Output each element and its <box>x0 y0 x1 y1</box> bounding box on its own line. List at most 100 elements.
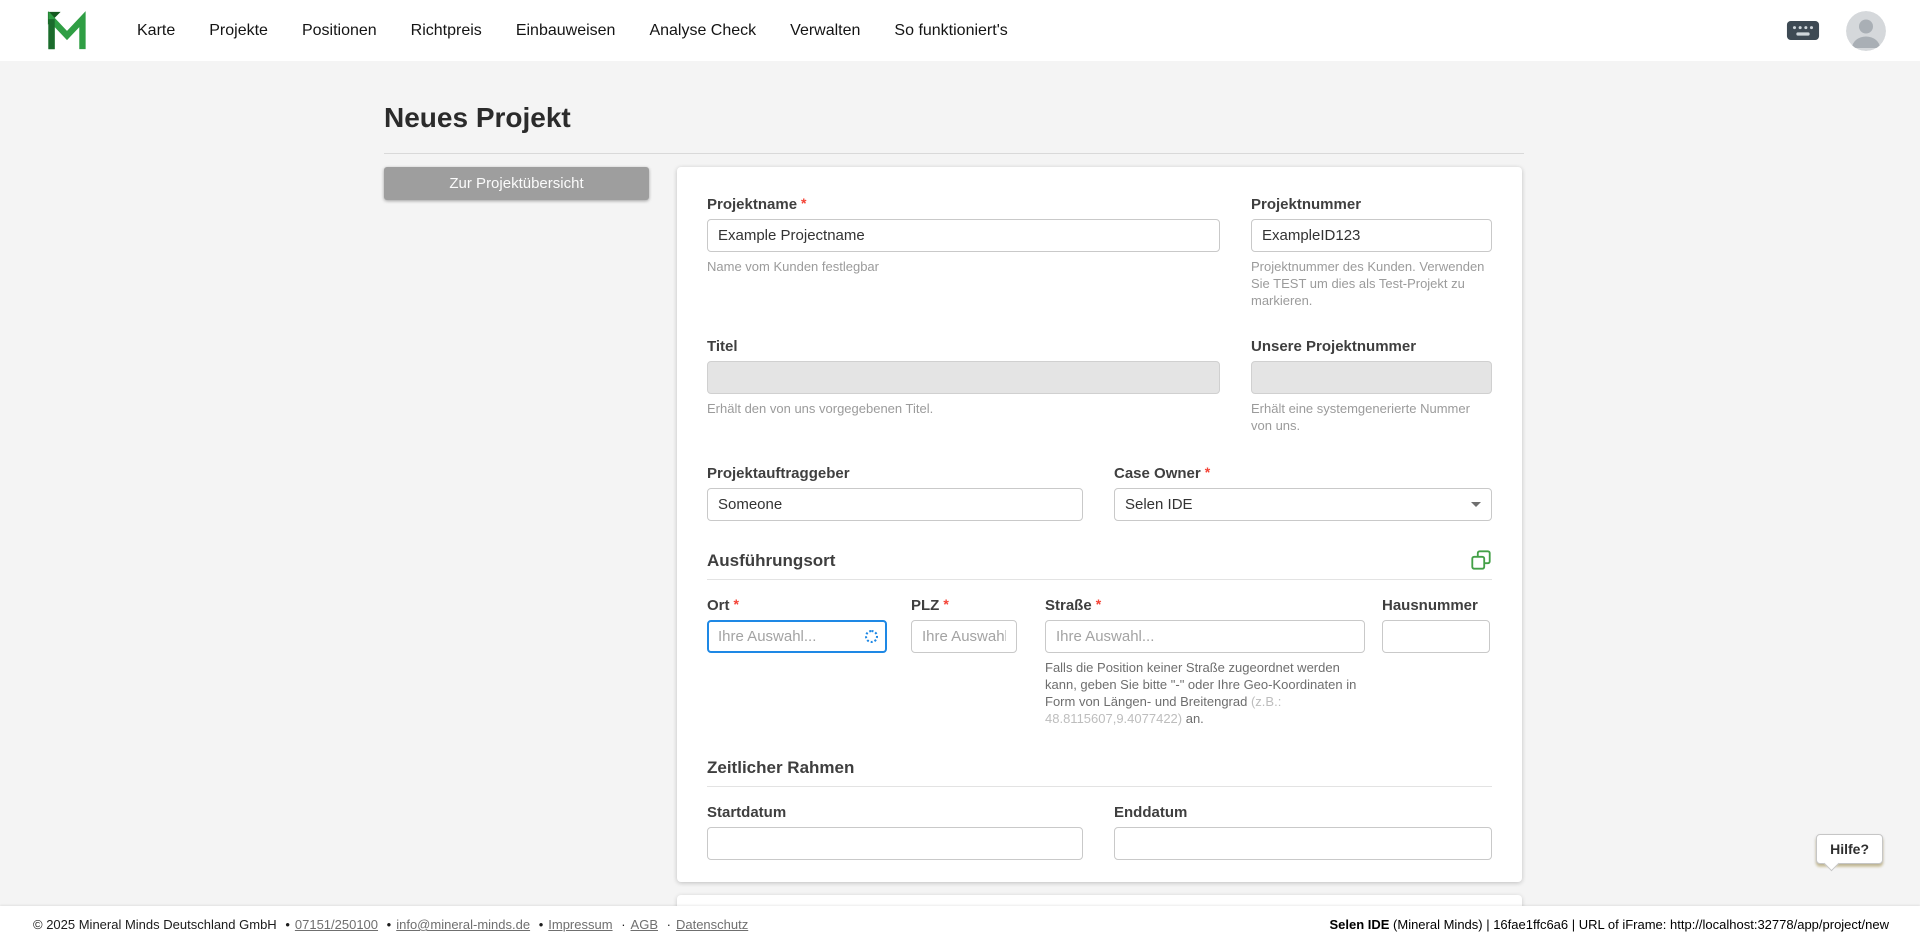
strasse-label: Straße* <box>1045 596 1365 615</box>
section-ausfuehrungsort: Ausführungsort <box>707 549 1492 571</box>
field-hausnummer: Hausnummer <box>1382 596 1490 727</box>
required-asterisk: * <box>734 596 739 612</box>
section-zeitlicher-rahmen: Zeitlicher Rahmen <box>707 757 1492 778</box>
form-row-auftraggeber-owner: Projektauftraggeber Case Owner* Selen ID… <box>707 464 1492 521</box>
nav-einbauweisen[interactable]: Einbauweisen <box>516 22 616 40</box>
unsere-projektnummer-label: Unsere Projektnummer <box>1251 337 1492 356</box>
footer-link-impressum[interactable]: Impressum <box>548 917 612 932</box>
enddatum-label: Enddatum <box>1114 803 1492 822</box>
projektname-input[interactable] <box>707 219 1220 252</box>
nav-richtpreis[interactable]: Richtpreis <box>411 22 482 40</box>
section-divider <box>707 579 1492 580</box>
loading-spinner-icon <box>865 630 878 643</box>
startdatum-input[interactable] <box>707 827 1083 860</box>
form-row-titel-nummer: Titel Erhält den von uns vorgegebenen Ti… <box>707 337 1492 434</box>
new-project-form-card: Projektname* Name vom Kunden festlegbar … <box>677 167 1522 882</box>
required-asterisk: * <box>1205 464 1210 480</box>
ort-input[interactable] <box>707 620 887 653</box>
case-owner-select[interactable]: Selen IDE <box>1114 488 1492 521</box>
titel-label: Titel <box>707 337 1220 356</box>
footer-link-datenschutz[interactable]: Datenschutz <box>676 917 748 932</box>
hausnummer-label: Hausnummer <box>1382 596 1490 615</box>
field-projektname: Projektname* Name vom Kunden festlegbar <box>707 195 1220 309</box>
footer: © 2025 Mineral Minds Deutschland GmbH • 0… <box>0 906 1920 943</box>
nav-so-funktionierts[interactable]: So funktioniert's <box>894 22 1007 40</box>
projektnummer-input[interactable] <box>1251 219 1492 252</box>
field-plz: PLZ* <box>911 596 1017 727</box>
top-navbar: Karte Projekte Positionen Richtpreis Ein… <box>0 0 1920 61</box>
nav-right <box>1786 11 1886 51</box>
projektauftraggeber-input[interactable] <box>707 488 1083 521</box>
footer-link-email[interactable]: info@mineral-minds.de <box>396 917 530 932</box>
title-divider <box>384 153 1524 154</box>
keyboard-icon[interactable] <box>1786 20 1820 41</box>
footer-separator: • <box>285 917 290 932</box>
case-owner-label-text: Case Owner <box>1114 465 1201 482</box>
projektnummer-hint: Projektnummer des Kunden. Verwenden Sie … <box>1251 258 1492 309</box>
nav-positionen[interactable]: Positionen <box>302 22 377 40</box>
strasse-hint-suffix: an. <box>1182 711 1204 726</box>
unsere-projektnummer-hint: Erhält eine systemgenerierte Nummer von … <box>1251 400 1492 434</box>
form-row-address: Ort* PLZ* <box>707 596 1492 727</box>
projektname-label-text: Projektname <box>707 196 797 213</box>
case-owner-label: Case Owner* <box>1114 464 1492 483</box>
field-ort: Ort* <box>707 596 887 727</box>
footer-link-agb[interactable]: AGB <box>631 917 658 932</box>
field-titel: Titel Erhält den von uns vorgegebenen Ti… <box>707 337 1220 434</box>
strasse-input[interactable] <box>1045 620 1365 653</box>
projektnummer-label: Projektnummer <box>1251 195 1492 214</box>
strasse-hint-main: Falls die Position keiner Straße zugeord… <box>1045 660 1356 709</box>
section-zeitlicher-rahmen-title: Zeitlicher Rahmen <box>707 757 854 778</box>
projektname-hint: Name vom Kunden festlegbar <box>707 258 1220 275</box>
page-title: Neues Projekt <box>384 101 1524 135</box>
copyright-text: © 2025 Mineral Minds Deutschland GmbH <box>33 917 277 932</box>
section-divider <box>707 786 1492 787</box>
strasse-hint: Falls die Position keiner Straße zugeord… <box>1045 659 1365 727</box>
required-asterisk: * <box>1096 596 1101 612</box>
titel-input <box>707 361 1220 394</box>
ort-label-text: Ort <box>707 597 730 614</box>
plz-input[interactable] <box>911 620 1017 653</box>
startdatum-label: Startdatum <box>707 803 1083 822</box>
field-projektnummer: Projektnummer Projektnummer des Kunden. … <box>1251 195 1492 309</box>
footer-separator: · <box>667 917 671 932</box>
field-strasse: Straße* Falls die Position keiner Straße… <box>1045 596 1365 727</box>
form-row-name-number: Projektname* Name vom Kunden festlegbar … <box>707 195 1492 309</box>
form-row-dates: Startdatum Enddatum <box>707 803 1492 860</box>
brand-logo-m[interactable] <box>45 11 89 51</box>
enddatum-input[interactable] <box>1114 827 1492 860</box>
left-column: Zur Projektübersicht <box>384 167 677 200</box>
copy-icon[interactable] <box>1470 549 1492 571</box>
nav-analyse-check[interactable]: Analyse Check <box>649 22 756 40</box>
footer-user: Selen IDE <box>1329 917 1389 932</box>
nav-karte[interactable]: Karte <box>137 22 175 40</box>
main-area: Neues Projekt Zur Projektübersicht Proje… <box>0 61 1920 906</box>
footer-links: © 2025 Mineral Minds Deutschland GmbH • 0… <box>33 917 748 932</box>
case-owner-value: Selen IDE <box>1125 496 1193 513</box>
brand-logo-icon <box>45 11 89 51</box>
footer-separator: · <box>621 917 625 932</box>
footer-separator: • <box>539 917 544 932</box>
unsere-projektnummer-input <box>1251 361 1492 394</box>
plz-label: PLZ* <box>911 596 1017 615</box>
field-startdatum: Startdatum <box>707 803 1083 860</box>
nav-verwalten[interactable]: Verwalten <box>790 22 860 40</box>
required-asterisk: * <box>801 195 806 211</box>
project-overview-button[interactable]: Zur Projektübersicht <box>384 167 649 200</box>
footer-separator: • <box>387 917 392 932</box>
plz-label-text: PLZ <box>911 597 939 614</box>
footer-session-info: Selen IDE (Mineral Minds) | 16fae1ffc6a6… <box>1329 917 1889 932</box>
chevron-down-icon <box>1471 502 1481 507</box>
projektname-label: Projektname* <box>707 195 1220 214</box>
help-button[interactable]: Hilfe? <box>1816 834 1883 864</box>
next-card-partial <box>677 895 1522 906</box>
field-projektauftraggeber: Projektauftraggeber <box>707 464 1083 521</box>
nav-projekte[interactable]: Projekte <box>209 22 268 40</box>
footer-link-phone[interactable]: 07151/250100 <box>295 917 378 932</box>
field-unsere-projektnummer: Unsere Projektnummer Erhält eine systemg… <box>1251 337 1492 434</box>
titel-hint: Erhält den von uns vorgegebenen Titel. <box>707 400 1220 417</box>
hausnummer-input[interactable] <box>1382 620 1490 653</box>
nav-items: Karte Projekte Positionen Richtpreis Ein… <box>137 22 1008 40</box>
user-avatar[interactable] <box>1846 11 1886 51</box>
field-enddatum: Enddatum <box>1114 803 1492 860</box>
